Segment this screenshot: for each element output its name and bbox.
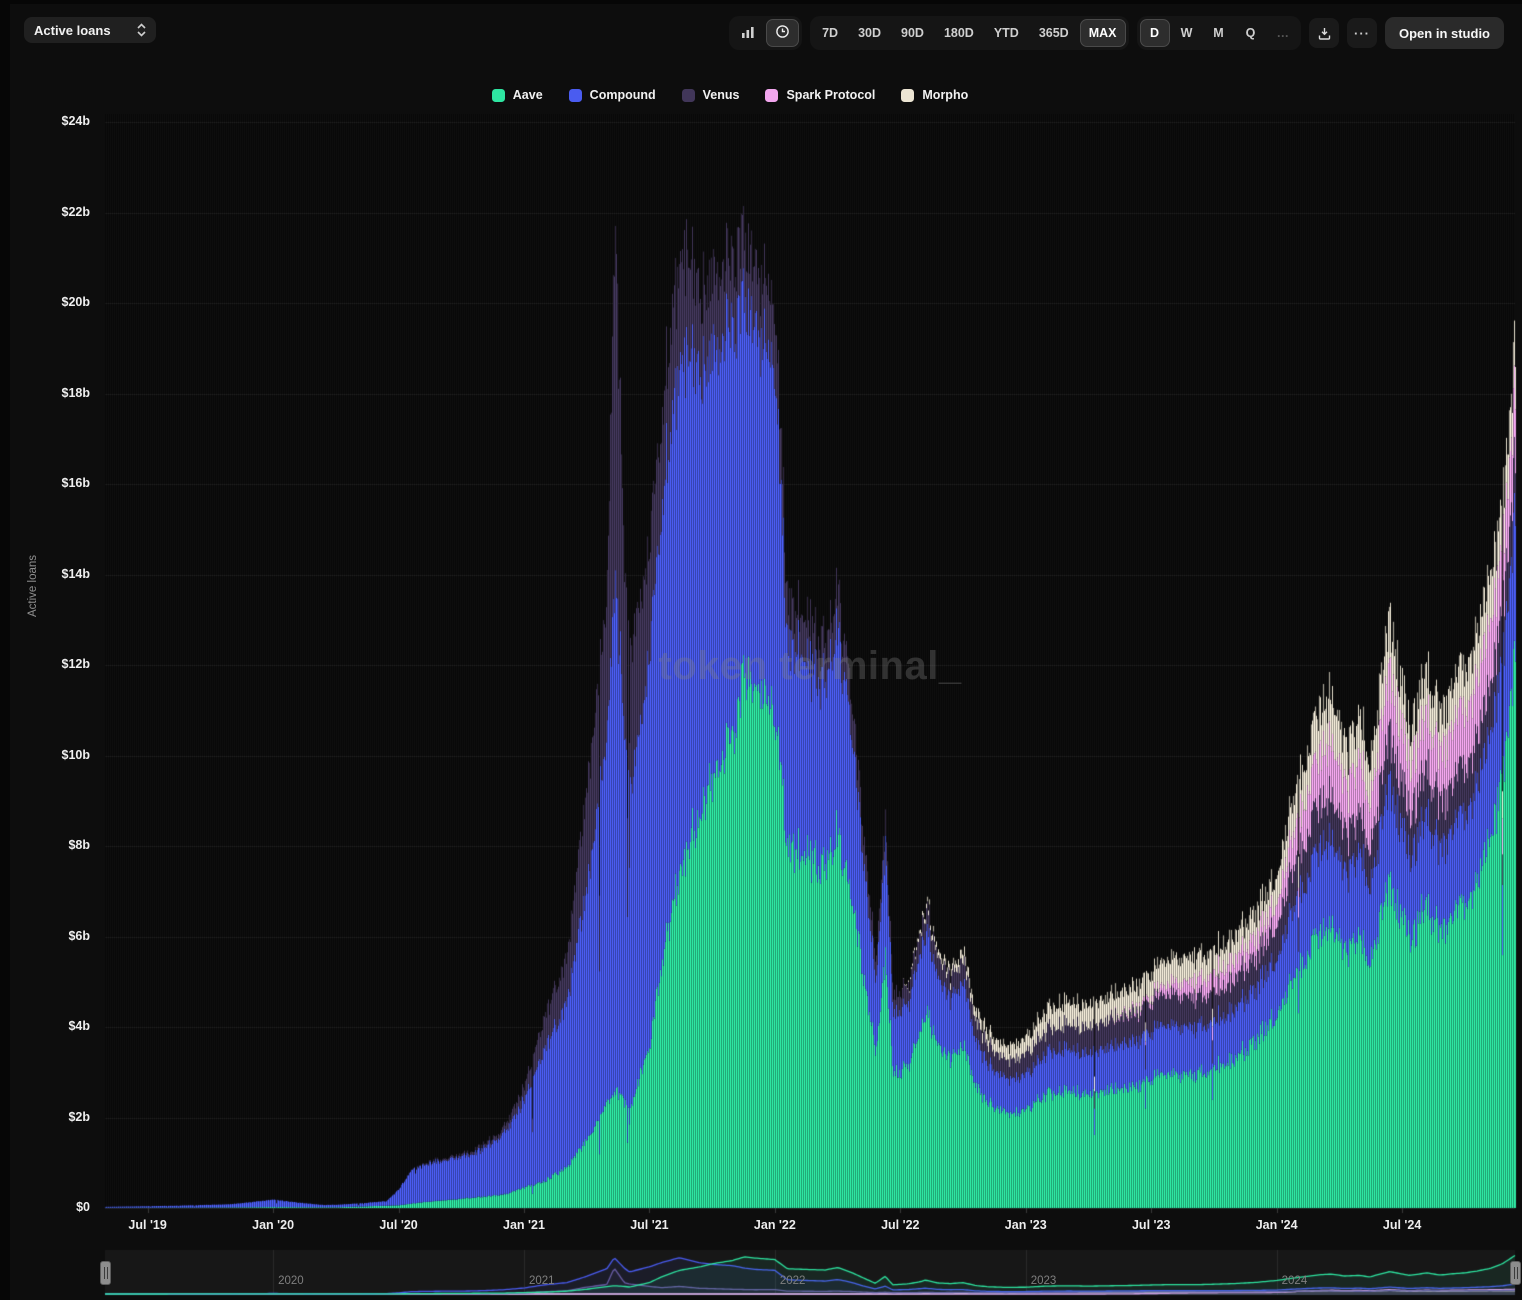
x-tick-label: Jan '21: [489, 1218, 559, 1232]
chart-card: Active loans 7D30D90D180DYTD365DMAX DWMQ…: [10, 4, 1512, 1296]
legend-item-morpho[interactable]: Morpho: [901, 88, 968, 102]
interval-q-button[interactable]: Q: [1236, 19, 1266, 47]
legend-item-compound[interactable]: Compound: [569, 88, 656, 102]
brush-right-handle[interactable]: [1510, 1261, 1521, 1285]
x-tick-label: Jan '22: [740, 1218, 810, 1232]
interval-d-button[interactable]: D: [1140, 19, 1170, 47]
x-tick-label: Jul '24: [1367, 1218, 1437, 1232]
legend-swatch: [492, 89, 505, 102]
interval-group: DWMQ…: [1137, 16, 1302, 50]
brush-year-label: 2024: [1282, 1275, 1308, 1287]
chart-type-group: [729, 16, 802, 50]
interval-more-button[interactable]: …: [1268, 19, 1299, 47]
x-tick-label: Jul '19: [113, 1218, 183, 1232]
chart-header: Active loans 7D30D90D180DYTD365DMAX DWMQ…: [10, 4, 1512, 62]
range-max-button[interactable]: MAX: [1080, 19, 1126, 47]
range-ytd-button[interactable]: YTD: [985, 19, 1028, 47]
ellipsis-icon: ···: [1354, 26, 1370, 41]
brush-year-label: 2022: [780, 1275, 806, 1287]
legend-swatch: [901, 89, 914, 102]
more-options-button[interactable]: ···: [1347, 18, 1377, 48]
y-axis-title: Active loans: [27, 603, 39, 617]
legend-label: Aave: [513, 88, 543, 102]
y-tick-label: $20b: [30, 295, 90, 309]
legend-label: Compound: [590, 88, 656, 102]
legend-swatch: [682, 89, 695, 102]
range-180d-button[interactable]: 180D: [935, 19, 983, 47]
y-tick-label: $14b: [30, 567, 90, 581]
brush-year-label: 2023: [1031, 1275, 1057, 1287]
metric-selector-dropdown[interactable]: Active loans: [24, 17, 156, 43]
metric-selector-label: Active loans: [34, 23, 111, 38]
range-90d-button[interactable]: 90D: [892, 19, 933, 47]
open-in-studio-button[interactable]: Open in studio: [1385, 17, 1504, 49]
y-tick-label: $2b: [30, 1110, 90, 1124]
x-tick-label: Jul '21: [614, 1218, 684, 1232]
clock-icon: [775, 24, 790, 42]
legend-item-aave[interactable]: Aave: [492, 88, 543, 102]
y-tick-label: $10b: [30, 748, 90, 762]
y-tick-label: $24b: [30, 114, 90, 128]
y-tick-label: $6b: [30, 929, 90, 943]
x-tick-label: Jan '20: [238, 1218, 308, 1232]
clock-view-button[interactable]: [766, 19, 799, 47]
range-7d-button[interactable]: 7D: [813, 19, 847, 47]
interval-m-button[interactable]: M: [1204, 19, 1234, 47]
chart-legend: Aave Compound Venus Spark Protocol Morpho: [65, 88, 1395, 102]
range-365d-button[interactable]: 365D: [1030, 19, 1078, 47]
bar-chart-icon: [741, 25, 755, 42]
range-30d-button[interactable]: 30D: [849, 19, 890, 47]
legend-label: Venus: [703, 88, 740, 102]
y-tick-label: $0: [30, 1200, 90, 1214]
legend-label: Morpho: [922, 88, 968, 102]
legend-item-spark-protocol[interactable]: Spark Protocol: [765, 88, 875, 102]
interval-w-button[interactable]: W: [1172, 19, 1202, 47]
chart-toolbar: 7D30D90D180DYTD365DMAX DWMQ… ··· Open in…: [729, 16, 1504, 50]
x-tick-label: Jan '23: [991, 1218, 1061, 1232]
legend-item-venus[interactable]: Venus: [682, 88, 740, 102]
download-icon: [1317, 26, 1332, 41]
y-tick-label: $12b: [30, 657, 90, 671]
y-tick-label: $18b: [30, 386, 90, 400]
brush-year-label: 2020: [278, 1275, 304, 1287]
y-tick-label: $16b: [30, 476, 90, 490]
legend-swatch: [569, 89, 582, 102]
brush-left-handle[interactable]: [100, 1261, 111, 1285]
y-tick-label: $4b: [30, 1019, 90, 1033]
y-tick-label: $22b: [30, 205, 90, 219]
x-tick-label: Jan '24: [1242, 1218, 1312, 1232]
brush-year-label: 2021: [529, 1275, 555, 1287]
updown-chevron-icon: [137, 23, 146, 37]
bar-chart-view-button[interactable]: [732, 19, 764, 47]
x-tick-label: Jul '22: [865, 1218, 935, 1232]
active-loans-stacked-area-chart[interactable]: [10, 4, 1522, 1300]
y-tick-label: $8b: [30, 838, 90, 852]
legend-label: Spark Protocol: [786, 88, 875, 102]
legend-swatch: [765, 89, 778, 102]
time-range-group: 7D30D90D180DYTD365DMAX: [810, 16, 1128, 50]
download-button[interactable]: [1309, 18, 1339, 48]
x-tick-label: Jul '23: [1116, 1218, 1186, 1232]
x-tick-label: Jul '20: [364, 1218, 434, 1232]
